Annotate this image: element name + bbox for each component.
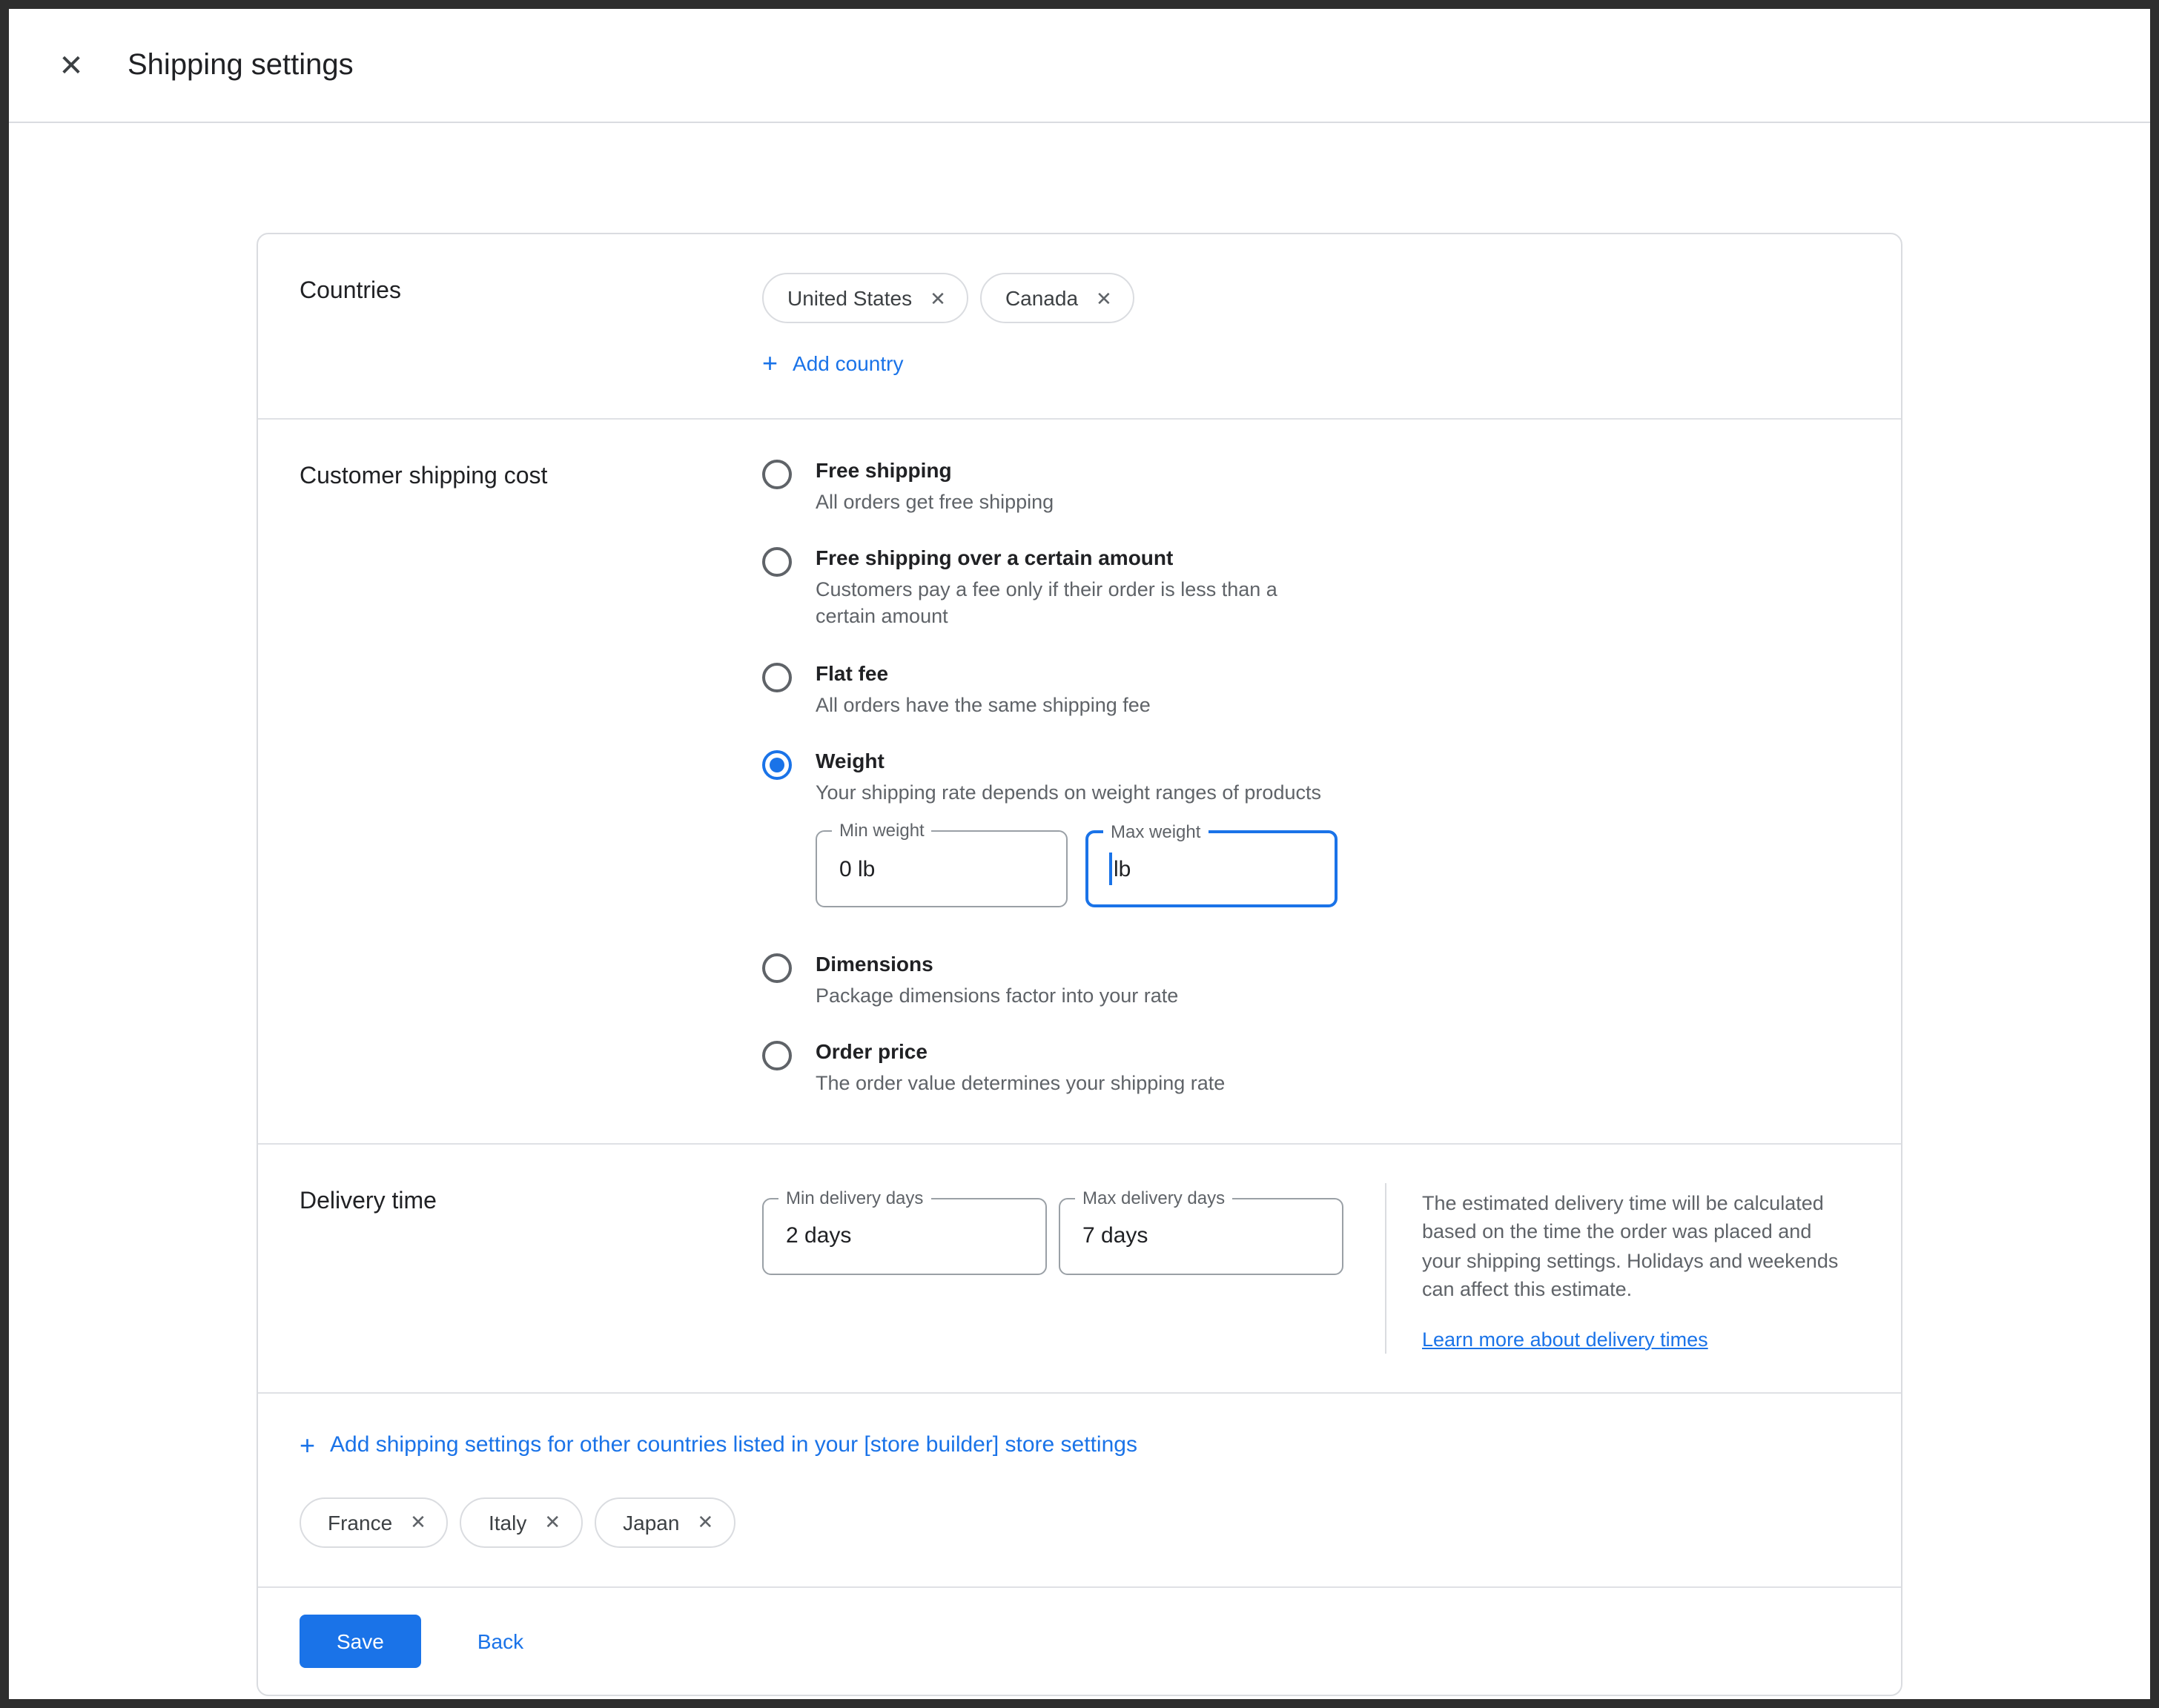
min-delivery-days-label: Min delivery days: [778, 1187, 930, 1208]
other-countries-section: + Add shipping settings for other countr…: [258, 1392, 1901, 1586]
remove-country-icon[interactable]: ✕: [410, 1513, 426, 1532]
option-description: Customers pay a fee only if their order …: [816, 577, 1342, 631]
radio-flat-fee[interactable]: [762, 662, 792, 692]
option-description: The order value determines your shipping…: [816, 1071, 1225, 1098]
country-chip-canada: Canada ✕: [980, 273, 1134, 323]
plus-icon: +: [762, 350, 778, 377]
option-description: All orders get free shipping: [816, 489, 1054, 516]
max-weight-field[interactable]: Max weight lb: [1085, 830, 1338, 907]
remove-country-icon[interactable]: ✕: [1096, 288, 1112, 308]
text-caret: [1109, 853, 1112, 885]
close-icon[interactable]: ✕: [44, 39, 98, 92]
min-weight-value: 0 lb: [839, 856, 875, 881]
option-order-price[interactable]: Order price The order value determines y…: [762, 1040, 1342, 1098]
remove-country-icon[interactable]: ✕: [930, 288, 946, 308]
radio-free-shipping[interactable]: [762, 460, 792, 489]
chip-label: United States: [787, 286, 912, 310]
countries-section: Countries United States ✕ Canada ✕ + Add…: [258, 234, 1901, 418]
other-country-chips: France ✕ Italy ✕ Japan ✕: [300, 1497, 1859, 1548]
save-button[interactable]: Save: [300, 1615, 421, 1668]
max-delivery-days-field[interactable]: Max delivery days 7 days: [1059, 1197, 1343, 1274]
delivery-fields: Min delivery days 2 days Max delivery da…: [762, 1182, 1343, 1354]
country-chips: United States ✕ Canada ✕: [762, 273, 1134, 323]
learn-more-link[interactable]: Learn more about delivery times: [1422, 1328, 1708, 1351]
min-delivery-days-field[interactable]: Min delivery days 2 days: [762, 1197, 1047, 1274]
option-weight[interactable]: Weight Your shipping rate depends on wei…: [762, 749, 1342, 922]
back-button[interactable]: Back: [477, 1629, 523, 1653]
option-title: Weight: [816, 749, 1338, 772]
chip-label: France: [328, 1511, 392, 1535]
add-shipping-settings-label: Add shipping settings for other countrie…: [330, 1433, 1137, 1458]
option-title: Flat fee: [816, 661, 1151, 684]
delivery-time-section: Delivery time Min delivery days 2 days M…: [258, 1142, 1901, 1392]
delivery-time-label: Delivery time: [300, 1182, 762, 1354]
countries-label: Countries: [300, 273, 762, 380]
shipping-settings-dialog: ✕ Shipping settings Countries United Sta…: [0, 0, 2159, 1708]
min-weight-label: Min weight: [832, 820, 932, 841]
country-chip-italy: Italy ✕: [460, 1497, 583, 1548]
option-dimensions[interactable]: Dimensions Package dimensions factor int…: [762, 952, 1342, 1010]
option-title: Free shipping over a certain amount: [816, 546, 1342, 569]
add-country-label: Add country: [793, 351, 903, 375]
option-title: Free shipping: [816, 458, 1054, 482]
chip-label: Japan: [623, 1511, 679, 1535]
settings-card: Countries United States ✕ Canada ✕ + Add…: [257, 233, 1902, 1696]
radio-free-shipping-over-amount[interactable]: [762, 547, 792, 577]
max-weight-value: lb: [1114, 856, 1131, 881]
radio-dimensions[interactable]: [762, 953, 792, 983]
option-title: Dimensions: [816, 952, 1178, 976]
max-weight-label: Max weight: [1103, 821, 1208, 843]
country-chip-united-states: United States ✕: [762, 273, 968, 323]
countries-content: United States ✕ Canada ✕ + Add country: [762, 273, 1134, 380]
min-weight-field[interactable]: Min weight 0 lb: [816, 830, 1068, 907]
max-delivery-days-value: 7 days: [1082, 1223, 1148, 1248]
add-shipping-settings-link[interactable]: + Add shipping settings for other countr…: [300, 1432, 1137, 1459]
option-flat-fee[interactable]: Flat fee All orders have the same shippi…: [762, 661, 1342, 718]
remove-country-icon[interactable]: ✕: [544, 1513, 561, 1532]
shipping-cost-label: Customer shipping cost: [300, 458, 762, 1104]
weight-fields: Min weight 0 lb Max weight lb: [816, 830, 1338, 907]
option-description: Package dimensions factor into your rate: [816, 983, 1178, 1010]
chip-label: Canada: [1005, 286, 1078, 310]
delivery-info-text: The estimated delivery time will be calc…: [1422, 1182, 1855, 1305]
min-delivery-days-value: 2 days: [786, 1223, 851, 1248]
chip-label: Italy: [489, 1511, 526, 1535]
option-description: All orders have the same shipping fee: [816, 692, 1151, 718]
vertical-divider: [1385, 1182, 1386, 1354]
add-country-link[interactable]: + Add country: [762, 350, 903, 377]
page-title: Shipping settings: [128, 48, 354, 82]
option-title: Order price: [816, 1040, 1225, 1064]
option-free-shipping[interactable]: Free shipping All orders get free shippi…: [762, 458, 1342, 516]
shipping-cost-section: Customer shipping cost Free shipping All…: [258, 418, 1901, 1142]
option-description: Your shipping rate depends on weight ran…: [816, 780, 1338, 807]
country-chip-japan: Japan ✕: [595, 1497, 735, 1548]
max-delivery-days-label: Max delivery days: [1075, 1187, 1232, 1208]
radio-weight[interactable]: [762, 750, 792, 780]
shipping-cost-options: Free shipping All orders get free shippi…: [762, 458, 1342, 1104]
plus-icon: +: [300, 1432, 315, 1459]
dialog-header: ✕ Shipping settings: [9, 9, 2150, 123]
radio-order-price[interactable]: [762, 1042, 792, 1071]
remove-country-icon[interactable]: ✕: [697, 1513, 713, 1532]
country-chip-france: France ✕: [300, 1497, 449, 1548]
option-free-shipping-over-amount[interactable]: Free shipping over a certain amount Cust…: [762, 546, 1342, 631]
dialog-footer: Save Back: [258, 1586, 1901, 1695]
